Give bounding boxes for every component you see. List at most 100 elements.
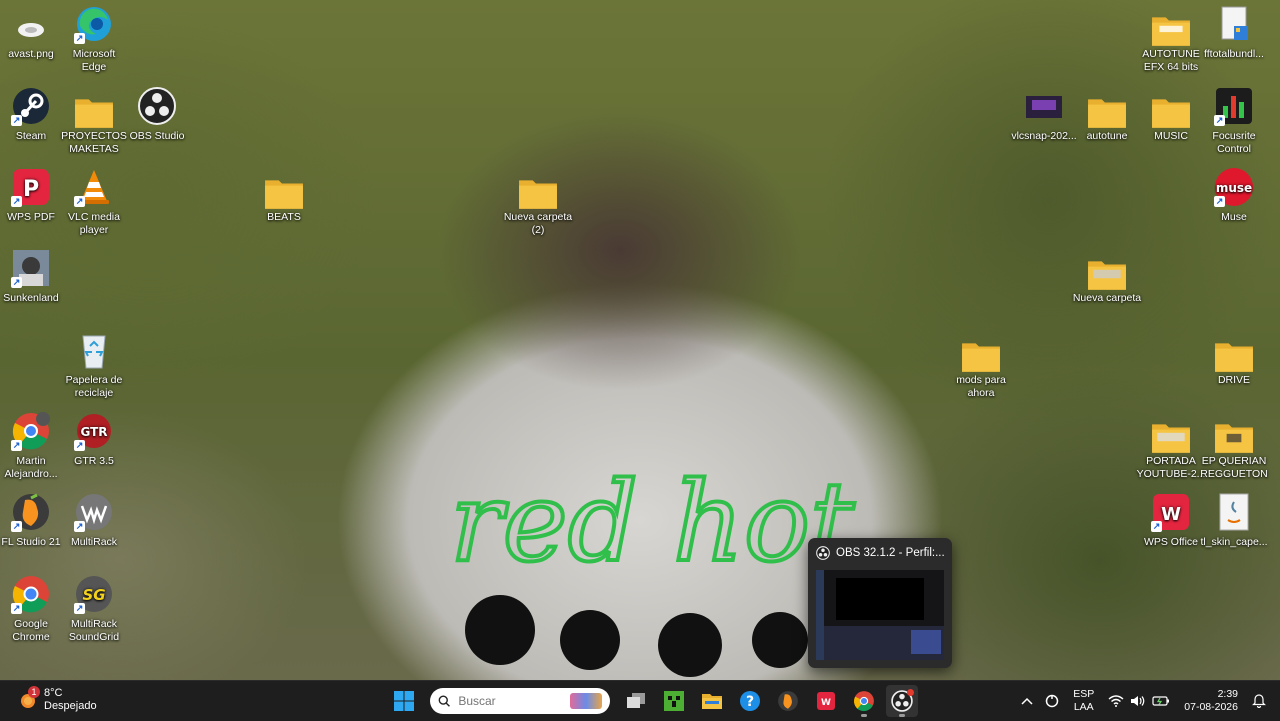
svg-text:W: W bbox=[1161, 504, 1181, 525]
desktop-icon-autotune[interactable]: autotune bbox=[1072, 86, 1142, 143]
taskbar-wps-office[interactable]: W bbox=[810, 685, 842, 717]
desktop-icon-wpspdf[interactable]: P ↗ WPS PDF bbox=[0, 167, 66, 224]
folder-icon bbox=[961, 330, 1001, 372]
tray-app-icon[interactable] bbox=[1045, 694, 1059, 708]
taskbar-window-preview[interactable]: OBS 32.1.2 - Perfil:... bbox=[808, 538, 952, 668]
weather-badge: 1 bbox=[28, 686, 40, 698]
volume-icon[interactable] bbox=[1130, 695, 1146, 707]
start-button[interactable] bbox=[388, 685, 420, 717]
running-indicator bbox=[899, 714, 905, 717]
desktop-icon-avast[interactable]: avast.png bbox=[0, 4, 66, 61]
desktop-icon-beats[interactable]: BEATS bbox=[249, 167, 319, 224]
chrome-profile-icon: ↗ bbox=[11, 411, 51, 451]
game-thumbnail-icon: ↗ bbox=[11, 248, 51, 288]
folder-icon bbox=[1151, 4, 1191, 46]
svg-text:SG: SG bbox=[82, 586, 105, 604]
windows-icon bbox=[394, 691, 414, 711]
search-input[interactable] bbox=[456, 693, 571, 709]
preview-title: OBS 32.1.2 - Perfil:... bbox=[836, 547, 945, 559]
vlc-cone-icon: ↗ bbox=[74, 167, 114, 207]
svg-text:P: P bbox=[23, 177, 39, 202]
weather-condition: Despejado bbox=[44, 700, 97, 712]
desktop-icon-steam[interactable]: ↗ Steam bbox=[0, 86, 66, 143]
folder-icon bbox=[1087, 86, 1127, 128]
folder-icon bbox=[1214, 330, 1254, 372]
desktop-icon-obs[interactable]: OBS Studio bbox=[122, 86, 192, 143]
desktop-icon-edge[interactable]: ↗ Microsoft Edge bbox=[59, 4, 129, 74]
clock-time: 2:39 bbox=[1217, 688, 1238, 700]
chrome-icon bbox=[854, 691, 874, 712]
taskbar-minecraft[interactable] bbox=[658, 685, 690, 717]
desktop-icon-muse[interactable]: muse ↗ Muse bbox=[1199, 167, 1269, 224]
wifi-icon[interactable] bbox=[1108, 695, 1124, 707]
desktop-icon-autotune-efx[interactable]: AUTOTUNE EFX 64 bits bbox=[1136, 4, 1206, 74]
desktop-icon-papelera[interactable]: Papelera de reciclaje bbox=[59, 330, 129, 400]
obs-icon bbox=[816, 546, 830, 560]
desktop-icon-ep-querian[interactable]: EP QUERIAN REGGUETON bbox=[1199, 411, 1269, 481]
gtr-icon: GTR ↗ bbox=[74, 411, 114, 451]
desktop-icon-wps-office[interactable]: W ↗ WPS Office bbox=[1136, 492, 1206, 549]
desktop-icon-music[interactable]: MUSIC bbox=[1136, 86, 1206, 143]
notification-icon[interactable] bbox=[1252, 694, 1266, 708]
taskbar-file-explorer[interactable] bbox=[696, 685, 728, 717]
desktop-icon-fftotal[interactable]: fftotalbundl... bbox=[1199, 4, 1269, 61]
tray-overflow-chevron-icon[interactable] bbox=[1021, 697, 1033, 705]
desktop-icon-sunkenland[interactable]: ↗ Sunkenland bbox=[0, 248, 66, 305]
folder-icon bbox=[74, 86, 114, 128]
taskbar-chrome[interactable] bbox=[848, 685, 880, 717]
desktop-icon-nueva-carpeta[interactable]: Nueva carpeta bbox=[1072, 248, 1142, 305]
file-explorer-icon bbox=[702, 694, 722, 709]
taskbar: 1 8°C Despejado ? W bbox=[0, 680, 1280, 721]
image-thumbnail-icon bbox=[1024, 86, 1064, 126]
search-highlight-icon bbox=[570, 693, 602, 709]
folder-icon bbox=[518, 167, 558, 209]
desktop-icon-multiracksg[interactable]: SG ↗ MultiRack SoundGrid bbox=[59, 574, 129, 644]
desktop-icon-focusrite[interactable]: ↗ Focusrite Control bbox=[1199, 86, 1269, 156]
svg-text:GTR: GTR bbox=[80, 425, 107, 439]
folder-icon bbox=[264, 167, 304, 209]
desktop-icon-vlcsnap[interactable]: vlcsnap-202... bbox=[1009, 86, 1079, 143]
chrome-icon: ↗ bbox=[11, 574, 51, 614]
desktop-icon-flstudio[interactable]: ↗ FL Studio 21 bbox=[0, 492, 66, 549]
desktop-icon-martin[interactable]: ↗ Martin Alejandro... bbox=[0, 411, 66, 481]
recycle-bin-icon bbox=[74, 330, 114, 370]
desktop-icon-vlc[interactable]: ↗ VLC media player bbox=[59, 167, 129, 237]
waves-icon: ↗ bbox=[74, 492, 114, 532]
taskview-button[interactable] bbox=[620, 685, 652, 717]
recording-dot bbox=[907, 689, 914, 696]
help-icon: ? bbox=[740, 691, 760, 711]
desktop-icon-multirack[interactable]: ↗ MultiRack bbox=[59, 492, 129, 549]
installer-icon bbox=[1214, 4, 1254, 44]
muse-icon: muse ↗ bbox=[1214, 167, 1254, 207]
soundgrid-icon: SG ↗ bbox=[74, 574, 114, 614]
taskbar-fl-studio[interactable] bbox=[772, 685, 804, 717]
task-view-icon bbox=[627, 693, 645, 708]
desktop-icon-drive[interactable]: DRIVE bbox=[1199, 330, 1269, 387]
wps-office-icon: W ↗ bbox=[1151, 492, 1191, 532]
fl-studio-icon bbox=[778, 691, 798, 711]
taskbar-help[interactable]: ? bbox=[734, 685, 766, 717]
desktop-icon-portada[interactable]: PORTADA YOUTUBE-2... bbox=[1136, 411, 1206, 481]
desktop-icon-proyectos[interactable]: PROYECTOS MAKETAS bbox=[59, 86, 129, 156]
system-tray: ESP LAA 2:39 07-08-2026 bbox=[1015, 681, 1270, 721]
focusrite-icon: ↗ bbox=[1214, 86, 1254, 126]
svg-text:?: ? bbox=[746, 694, 754, 710]
clock[interactable]: 2:39 07-08-2026 bbox=[1184, 688, 1238, 714]
svg-text:W: W bbox=[821, 698, 831, 708]
weather-icon: 1 bbox=[18, 686, 40, 710]
battery-icon[interactable] bbox=[1152, 695, 1170, 707]
weather-widget[interactable]: 1 8°C Despejado bbox=[18, 686, 97, 713]
taskbar-obs[interactable] bbox=[886, 685, 918, 717]
fl-studio-icon: ↗ bbox=[11, 492, 51, 532]
edge-icon: ↗ bbox=[74, 4, 114, 44]
desktop-icon-tl-skin[interactable]: tl_skin_cape... bbox=[1199, 492, 1269, 549]
desktop-icon-nueva-carpeta-2[interactable]: Nueva carpeta (2) bbox=[503, 167, 573, 237]
language-indicator[interactable]: ESP LAA bbox=[1073, 688, 1094, 714]
desktop-icon-mods[interactable]: mods para ahora bbox=[946, 330, 1016, 400]
folder-icon bbox=[1087, 248, 1127, 290]
weather-temp: 8°C bbox=[44, 687, 63, 699]
desktop-icon-chrome[interactable]: ↗ Google Chrome bbox=[0, 574, 66, 644]
taskbar-search[interactable] bbox=[430, 688, 610, 714]
desktop-icon-gtr[interactable]: GTR ↗ GTR 3.5 bbox=[59, 411, 129, 468]
running-indicator bbox=[861, 714, 867, 717]
